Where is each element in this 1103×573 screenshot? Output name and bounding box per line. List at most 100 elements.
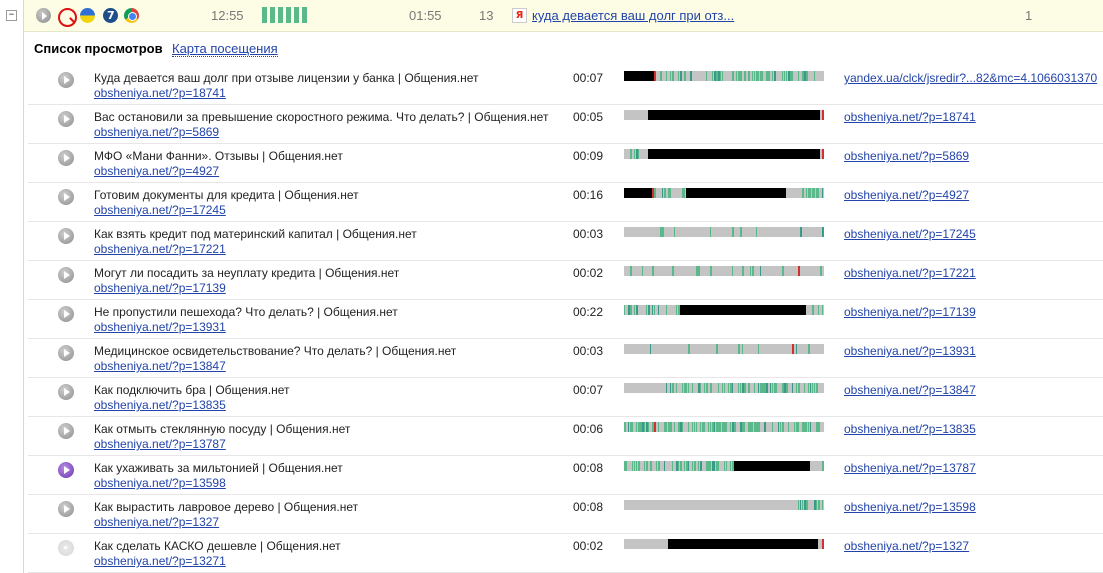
activity-tick bbox=[684, 71, 686, 81]
view-url-link[interactable]: obsheniya.net/?p=13847 bbox=[94, 359, 226, 373]
activity-tick bbox=[756, 227, 757, 237]
view-url-link[interactable]: obsheniya.net/?p=5869 bbox=[94, 125, 219, 139]
view-url-link[interactable]: obsheniya.net/?p=13835 bbox=[94, 398, 226, 412]
referrer-link[interactable]: obsheniya.net/?p=5869 bbox=[844, 149, 969, 163]
activity-tick bbox=[748, 71, 750, 81]
flag-icon bbox=[80, 8, 95, 23]
activity-tick bbox=[724, 383, 725, 393]
referrer-link[interactable]: obsheniya.net/?p=4927 bbox=[844, 188, 969, 202]
view-url-link[interactable]: obsheniya.net/?p=17221 bbox=[94, 242, 226, 256]
visit-map-link[interactable]: Карта посещения bbox=[172, 42, 278, 57]
view-url-link[interactable]: obsheniya.net/?p=17245 bbox=[94, 203, 226, 217]
referrer-link[interactable]: yandex.ua/clck/jsredir?...82&mc=4.106603… bbox=[844, 71, 1097, 85]
view-url-link[interactable]: obsheniya.net/?p=18741 bbox=[94, 86, 226, 100]
activity-tick bbox=[642, 266, 643, 276]
activity-tick bbox=[742, 266, 744, 276]
search-icon bbox=[58, 8, 77, 27]
activity-tick bbox=[822, 305, 823, 315]
play-recording-icon[interactable] bbox=[58, 267, 74, 283]
activity-tick bbox=[630, 305, 632, 315]
view-activity-timeline bbox=[624, 305, 824, 315]
activity-tick bbox=[670, 422, 672, 432]
view-activity-timeline bbox=[624, 71, 824, 81]
view-duration: 00:08 bbox=[573, 461, 604, 475]
activity-tick bbox=[638, 461, 640, 471]
activity-tick bbox=[810, 188, 811, 198]
view-title: Куда девается ваш долг при отзыве лиценз… bbox=[94, 71, 479, 85]
play-recording-icon[interactable] bbox=[58, 228, 74, 244]
referrer-link[interactable]: obsheniya.net/?p=17245 bbox=[844, 227, 976, 241]
referrer-link[interactable]: obsheniya.net/?p=17139 bbox=[844, 305, 976, 319]
play-recording-icon[interactable] bbox=[58, 540, 74, 556]
view-url-link[interactable]: obsheniya.net/?p=13931 bbox=[94, 320, 226, 334]
activity-tick bbox=[810, 383, 811, 393]
activity-tick bbox=[672, 461, 673, 471]
activity-tick bbox=[710, 383, 712, 393]
activity-tick bbox=[686, 383, 687, 393]
view-url-link[interactable]: obsheniya.net/?p=4927 bbox=[94, 164, 219, 178]
play-recording-icon[interactable] bbox=[58, 72, 74, 88]
view-activity-timeline bbox=[624, 539, 824, 549]
activity-tick bbox=[672, 266, 674, 276]
play-recording-icon[interactable] bbox=[58, 306, 74, 322]
play-recording-icon[interactable] bbox=[58, 501, 74, 517]
inactive-segment bbox=[624, 71, 654, 81]
view-url-link[interactable]: obsheniya.net/?p=1327 bbox=[94, 515, 219, 529]
view-row: Не пропустили пешехода? Что делать? | Об… bbox=[28, 300, 1103, 339]
play-recording-icon[interactable] bbox=[58, 345, 74, 361]
play-recording-icon[interactable] bbox=[58, 462, 74, 478]
collapse-toggle[interactable]: − bbox=[6, 10, 17, 21]
activity-tick bbox=[788, 422, 789, 432]
view-activity-timeline bbox=[624, 422, 824, 432]
click-marker bbox=[654, 422, 656, 432]
view-url-link[interactable]: obsheniya.net/?p=13598 bbox=[94, 476, 226, 490]
activity-segment bbox=[286, 7, 291, 23]
activity-tick bbox=[654, 188, 656, 198]
activity-tick bbox=[804, 383, 805, 393]
activity-segment bbox=[302, 7, 307, 23]
referrer-link[interactable]: obsheniya.net/?p=13931 bbox=[844, 344, 976, 358]
activity-tick bbox=[722, 71, 723, 81]
referrer-link[interactable]: obsheniya.net/?p=18741 bbox=[844, 110, 976, 124]
activity-tick bbox=[796, 383, 797, 393]
inactive-segment bbox=[624, 188, 652, 198]
play-recording-icon[interactable] bbox=[58, 384, 74, 400]
play-recording-icon[interactable] bbox=[58, 423, 74, 439]
browser-icon bbox=[124, 8, 139, 23]
activity-tick bbox=[822, 188, 823, 198]
inactive-segment bbox=[648, 110, 820, 120]
activity-tick bbox=[706, 383, 708, 393]
referrer-link[interactable]: obsheniya.net/?p=13835 bbox=[844, 422, 976, 436]
play-icon[interactable] bbox=[36, 8, 51, 23]
view-url-link[interactable]: obsheniya.net/?p=17139 bbox=[94, 281, 226, 295]
referrer-link[interactable]: obsheniya.net/?p=13787 bbox=[844, 461, 976, 475]
entry-page-link[interactable]: куда девается ваш долг при отз... bbox=[532, 8, 734, 23]
activity-tick bbox=[658, 422, 659, 432]
view-title: Могут ли посадить за неуплату кредита | … bbox=[94, 266, 400, 280]
activity-tick bbox=[700, 461, 702, 471]
view-row: Могут ли посадить за неуплату кредита | … bbox=[28, 261, 1103, 300]
activity-tick bbox=[806, 500, 808, 510]
view-url-link[interactable]: obsheniya.net/?p=13787 bbox=[94, 437, 226, 451]
play-recording-icon[interactable] bbox=[58, 189, 74, 205]
view-url-link[interactable]: obsheniya.net/?p=13271 bbox=[94, 554, 226, 568]
referrer-link[interactable]: obsheniya.net/?p=13847 bbox=[844, 383, 976, 397]
play-recording-icon[interactable] bbox=[58, 111, 74, 127]
activity-tick bbox=[678, 461, 679, 471]
play-recording-icon[interactable] bbox=[58, 150, 74, 166]
activity-tick bbox=[818, 500, 820, 510]
session-start-time: 12:55 bbox=[211, 8, 244, 23]
activity-tick bbox=[722, 383, 723, 393]
view-title: Медицинское освидетельствование? Что дел… bbox=[94, 344, 457, 358]
activity-tick bbox=[772, 71, 773, 81]
activity-tick bbox=[796, 344, 797, 354]
activity-tick bbox=[798, 422, 799, 432]
referrer-link[interactable]: obsheniya.net/?p=13598 bbox=[844, 500, 976, 514]
referrer-link[interactable]: obsheniya.net/?p=1327 bbox=[844, 539, 969, 553]
activity-tick bbox=[738, 383, 739, 393]
referrer-link[interactable]: obsheniya.net/?p=17221 bbox=[844, 266, 976, 280]
activity-tick bbox=[688, 422, 689, 432]
activity-tick bbox=[740, 227, 742, 237]
left-gutter: − bbox=[0, 0, 24, 573]
view-duration: 00:08 bbox=[573, 500, 604, 514]
